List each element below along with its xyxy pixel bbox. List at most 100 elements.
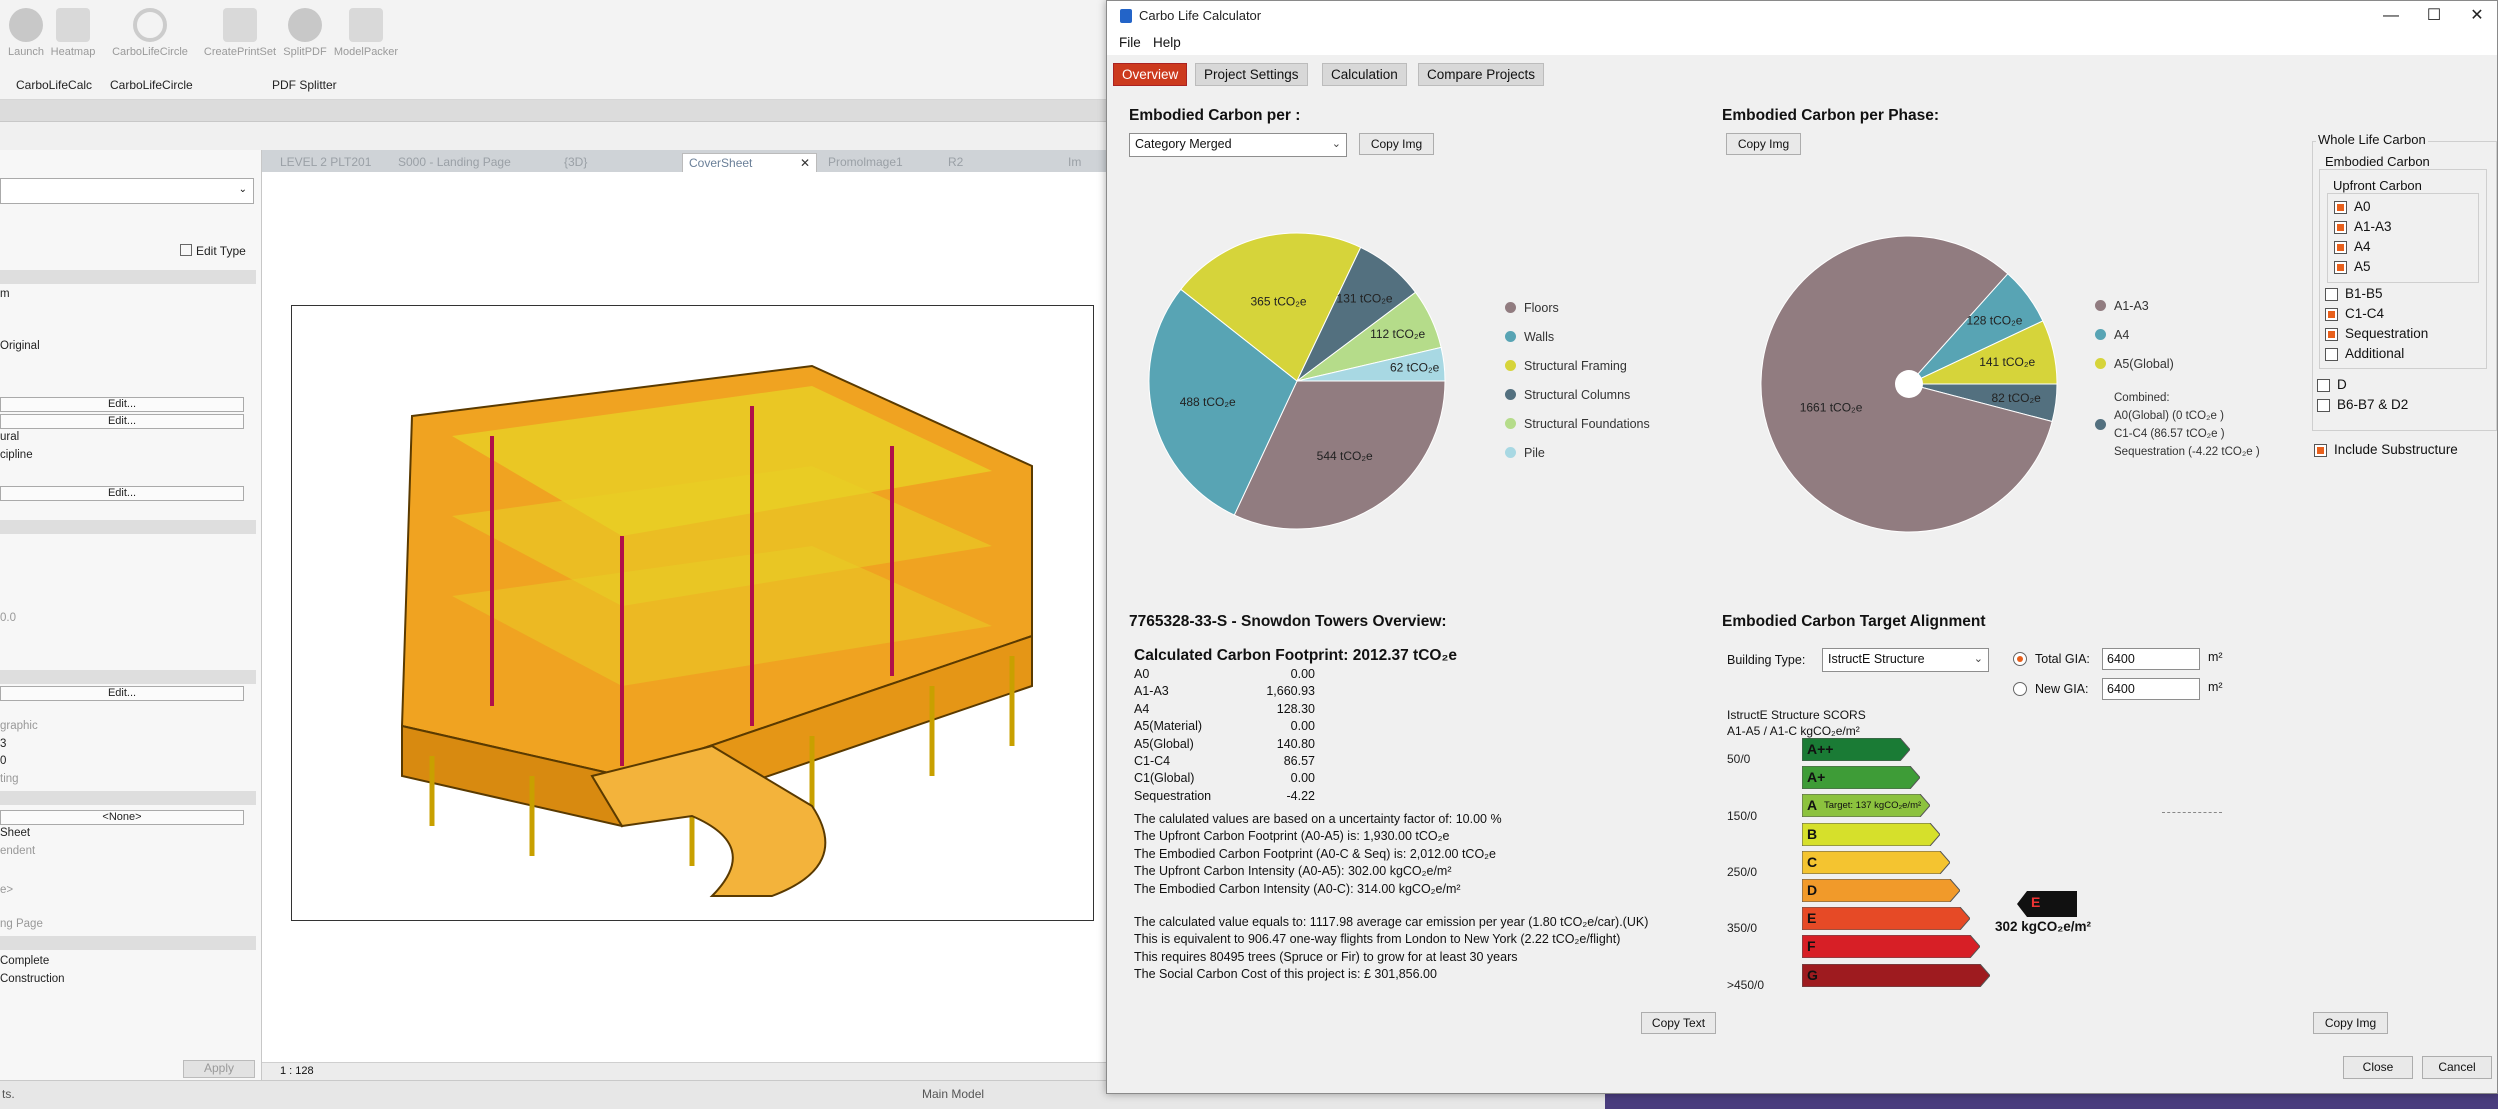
summary-line: The calulated values are based on a unce… bbox=[1134, 812, 1502, 826]
tab-compare-projects[interactable]: Compare Projects bbox=[1418, 63, 1545, 86]
copy-text-button[interactable]: Copy Text bbox=[1641, 1012, 1716, 1034]
phase-label: C1-C4 bbox=[1134, 754, 1171, 768]
carbolifecircle-button[interactable]: CarboLifeCircle bbox=[110, 8, 190, 58]
main-model-label[interactable]: Main Model bbox=[922, 1087, 984, 1101]
splitpdf-button[interactable]: SplitPDF bbox=[280, 8, 330, 58]
summary-line: The Upfront Carbon Intensity (A0-A5): 30… bbox=[1134, 864, 1452, 879]
target-line bbox=[2162, 812, 2222, 813]
rating-band: D bbox=[1802, 879, 1960, 902]
tab-s000[interactable]: S000 - Landing Page bbox=[392, 153, 517, 172]
total-gia-radio[interactable] bbox=[2013, 652, 2027, 666]
phase-pie-chart: 82 tCO₂e 1661 tCO₂e 128 tCO₂e 141 tCO₂e bbox=[1760, 235, 2058, 533]
wlc-a0-checkbox[interactable] bbox=[2334, 201, 2347, 214]
document-icon bbox=[223, 8, 257, 42]
wlc-title: Whole Life Carbon bbox=[2316, 132, 2428, 147]
pie-center bbox=[1895, 370, 1923, 398]
legend-swatch bbox=[1505, 331, 1516, 342]
right-chart-heading: Embodied Carbon per Phase: bbox=[1722, 107, 1940, 124]
copy-img-button[interactable]: Copy Img bbox=[2313, 1012, 2388, 1034]
wlc-d-label: D bbox=[2337, 377, 2347, 392]
unit-label: m² bbox=[2208, 650, 2223, 664]
total-gia-input[interactable]: 6400 bbox=[2102, 648, 2200, 670]
close-icon[interactable]: ✕ bbox=[800, 156, 810, 170]
title-bar[interactable]: Carbo Life Calculator — ☐ ✕ bbox=[1107, 1, 2497, 31]
category-combo[interactable]: Category Merged ⌄ bbox=[1129, 133, 1347, 157]
prop-edit-button[interactable]: Edit... bbox=[0, 686, 244, 701]
prop-frag: 0.0 bbox=[0, 612, 16, 624]
wlc-a4-checkbox[interactable] bbox=[2334, 241, 2347, 254]
tab-overview[interactable]: Overview bbox=[1113, 63, 1188, 86]
type-selector[interactable]: ⌄ bbox=[0, 178, 254, 204]
phase-value: 140.80 bbox=[1276, 736, 1315, 751]
phase-label: C1(Global) bbox=[1134, 771, 1195, 786]
wlc-additional-checkbox[interactable] bbox=[2325, 348, 2338, 361]
prop-edit-button[interactable]: Edit... bbox=[0, 414, 244, 429]
wlc-additional-label: Additional bbox=[2345, 346, 2405, 361]
modelpacker-button[interactable]: ModelPacker bbox=[330, 8, 402, 58]
legend-label: Structural Framing bbox=[1524, 359, 1627, 373]
legend-item: Structural Foundations bbox=[1505, 417, 1650, 431]
tab-project-settings[interactable]: Project Settings bbox=[1195, 63, 1308, 86]
new-gia-input[interactable]: 6400 bbox=[2102, 678, 2200, 700]
new-gia-radio[interactable] bbox=[2013, 682, 2027, 696]
menu-help[interactable]: Help bbox=[1153, 35, 1181, 50]
wlc-sequestration-checkbox[interactable] bbox=[2325, 328, 2338, 341]
maximize-icon[interactable]: ☐ bbox=[2414, 4, 2454, 28]
wlc-a1-a3-checkbox[interactable] bbox=[2334, 221, 2347, 234]
prop-none-button[interactable]: <None> bbox=[0, 810, 244, 825]
equivalence-line: This requires 80495 trees (Spruce or Fir… bbox=[1134, 949, 1518, 964]
rating-band-label: A+ bbox=[1807, 769, 1826, 786]
legend-swatch bbox=[1505, 418, 1516, 429]
close-button[interactable]: Close bbox=[2343, 1056, 2413, 1079]
tab-r2[interactable]: R2 bbox=[942, 153, 969, 172]
prop-edit-button[interactable]: Edit... bbox=[0, 397, 244, 412]
tab-coversheet[interactable]: CoverSheet ✕ bbox=[682, 153, 817, 172]
minimize-icon[interactable]: — bbox=[2371, 4, 2411, 28]
chevron-down-icon: ⌄ bbox=[238, 184, 247, 195]
tab-promoimage[interactable]: Promolmage1 bbox=[822, 153, 909, 172]
copy-img-button[interactable]: Copy Img bbox=[1726, 133, 1801, 155]
cancel-button[interactable]: Cancel bbox=[2422, 1056, 2492, 1079]
wlc-b6-b7-d2-label: B6-B7 & D2 bbox=[2337, 397, 2409, 412]
prop-frag: Original bbox=[0, 340, 40, 352]
props-section[interactable] bbox=[0, 791, 256, 805]
wlc-d-checkbox[interactable] bbox=[2317, 379, 2330, 392]
wlc-c1-c4-checkbox[interactable] bbox=[2325, 308, 2338, 321]
edit-type-button[interactable]: Edit Type bbox=[180, 244, 246, 258]
tab-level2[interactable]: LEVEL 2 PLT201 bbox=[274, 153, 377, 172]
legend-sub-label: C1-C4 (86.57 tCO₂e ) bbox=[2114, 428, 2225, 440]
menu-file[interactable]: File bbox=[1119, 35, 1141, 50]
prop-edit-button[interactable]: Edit... bbox=[0, 486, 244, 501]
heatmap-button[interactable]: Heatmap bbox=[48, 8, 98, 58]
legend-label: A4 bbox=[2114, 328, 2130, 342]
legend-label: Structural Foundations bbox=[1524, 417, 1650, 431]
wlc-a0-label: A0 bbox=[2354, 199, 2371, 214]
rating-band-shape bbox=[1802, 879, 1960, 902]
wlc-b1-b5-checkbox[interactable] bbox=[2325, 288, 2338, 301]
prop-frag: ting bbox=[0, 773, 19, 785]
wlc-a4-label: A4 bbox=[2354, 239, 2371, 254]
apply-button[interactable]: Apply bbox=[183, 1060, 255, 1078]
tab-calculation[interactable]: Calculation bbox=[1322, 63, 1407, 86]
props-section[interactable] bbox=[0, 270, 256, 284]
rating-band-label: B bbox=[1807, 825, 1818, 842]
scale-label[interactable]: 1 : 128 bbox=[280, 1065, 314, 1077]
wlc-a5-checkbox[interactable] bbox=[2334, 261, 2347, 274]
tab-3d[interactable]: {3D} bbox=[558, 153, 593, 172]
copy-img-button[interactable]: Copy Img bbox=[1359, 133, 1434, 155]
props-section[interactable] bbox=[0, 520, 256, 534]
target-heading: Embodied Carbon Target Alignment bbox=[1722, 613, 1986, 630]
wlc-b6-b7-d2-checkbox[interactable] bbox=[2317, 399, 2330, 412]
revit-ribbon: Launch Heatmap CarboLifeCircle CreatePri… bbox=[0, 0, 1110, 100]
pie-slice-label: 544 tCO₂e bbox=[1317, 449, 1373, 463]
createprintset-button[interactable]: CreatePrintSet bbox=[200, 8, 280, 58]
props-section[interactable] bbox=[0, 670, 256, 684]
close-window-icon[interactable]: ✕ bbox=[2457, 4, 2497, 28]
launch-button[interactable]: Launch bbox=[1, 8, 51, 58]
building-type-combo[interactable]: IstructE Structure ⌄ bbox=[1822, 648, 1989, 672]
include-substructure-checkbox[interactable] bbox=[2314, 444, 2327, 457]
tab-im[interactable]: Im bbox=[1062, 153, 1087, 172]
props-section[interactable] bbox=[0, 936, 256, 950]
quick-access-toolbar[interactable] bbox=[0, 100, 1110, 122]
legend-label: Structural Columns bbox=[1524, 388, 1631, 402]
